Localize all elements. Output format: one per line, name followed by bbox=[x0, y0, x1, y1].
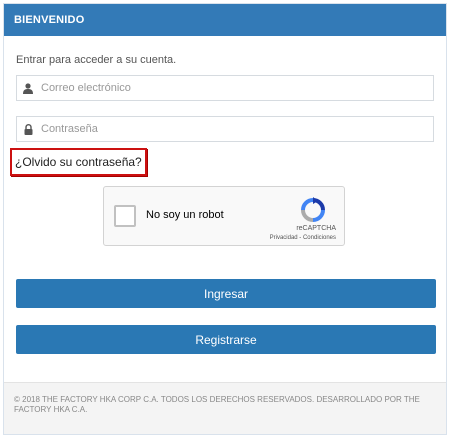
user-icon bbox=[17, 82, 39, 94]
lock-icon bbox=[17, 123, 39, 135]
recaptcha-widget: No soy un robot reCAPTCHA Privacidad - C… bbox=[103, 186, 345, 246]
panel-title: BIENVENIDO bbox=[4, 4, 446, 36]
register-button[interactable]: Registrarse bbox=[16, 325, 436, 354]
password-input[interactable] bbox=[39, 118, 433, 140]
intro-text: Entrar para acceder a su cuenta. bbox=[16, 54, 177, 66]
password-field-container[interactable] bbox=[16, 116, 434, 142]
email-field-container[interactable] bbox=[16, 75, 434, 101]
forgot-password-link[interactable]: ¿Olvido su contraseña? bbox=[10, 148, 147, 176]
login-panel: BIENVENIDO Entrar para acceder a su cuen… bbox=[3, 3, 447, 435]
recaptcha-logo-icon bbox=[300, 197, 326, 228]
recaptcha-brand: reCAPTCHA bbox=[296, 225, 336, 232]
login-button[interactable]: Ingresar bbox=[16, 279, 436, 308]
recaptcha-label: No soy un robot bbox=[146, 209, 224, 221]
recaptcha-links[interactable]: Privacidad - Condiciones bbox=[270, 235, 336, 241]
footer: © 2018 THE FACTORY HKA CORP C.A. TODOS L… bbox=[4, 382, 446, 434]
recaptcha-checkbox[interactable] bbox=[114, 205, 136, 227]
footer-text: © 2018 THE FACTORY HKA CORP C.A. TODOS L… bbox=[14, 395, 420, 414]
email-input[interactable] bbox=[39, 77, 433, 99]
